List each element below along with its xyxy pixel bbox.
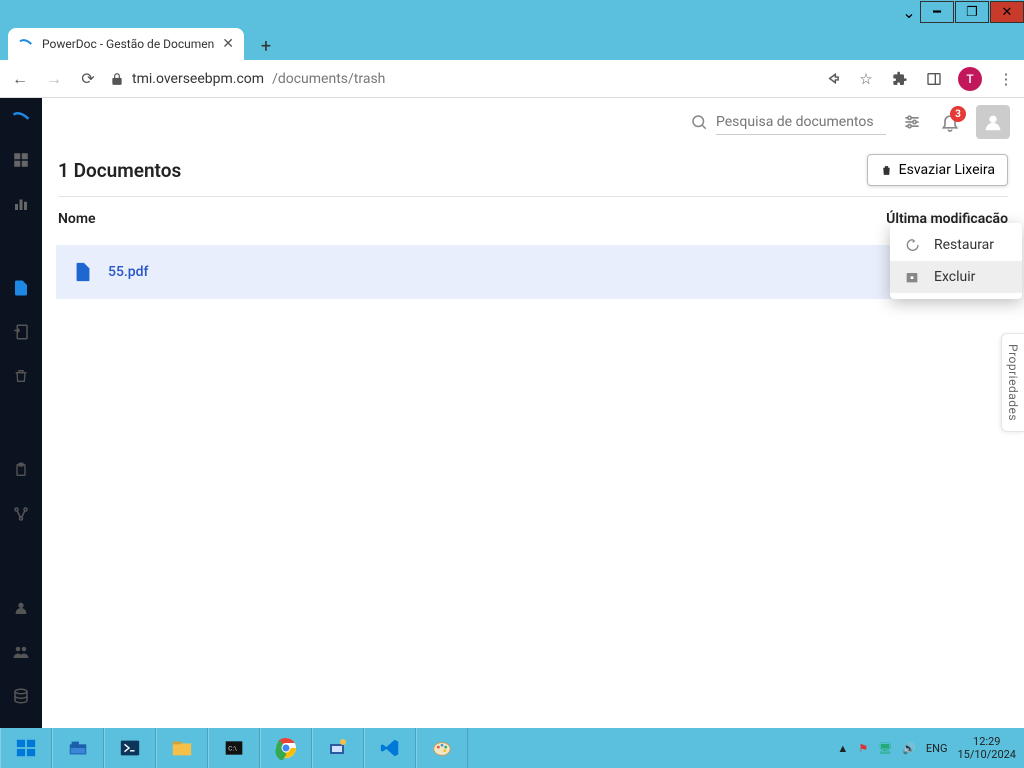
user-avatar-button[interactable] [976, 105, 1010, 139]
tray-icon-3[interactable]: 🔊 [902, 742, 916, 755]
app-sidebar [0, 98, 42, 728]
profile-avatar[interactable]: T [958, 67, 982, 91]
taskbar-powershell[interactable] [104, 728, 156, 768]
notifications-button[interactable]: 3 [938, 110, 962, 134]
browser-toolbar: ← → ⟳ tmi.overseebpm.com/documents/trash… [0, 60, 1024, 98]
taskbar-file-explorer[interactable] [52, 728, 104, 768]
maximize-button[interactable]: ❐ [955, 1, 989, 23]
search-input[interactable] [716, 110, 886, 135]
taskbar-chrome[interactable] [260, 728, 312, 768]
delete-icon [904, 269, 922, 285]
os-taskbar: C:\ ▲ ⚑ 🖥 🔊 ENG 12:29 15/10/2024 [0, 728, 1024, 768]
url-domain: tmi.overseebpm.com [132, 71, 264, 87]
browser-tab[interactable]: PowerDoc - Gestão de Documen ✕ [8, 28, 244, 60]
sidebar-item-analytics[interactable] [0, 182, 42, 226]
app-body: 3 1 Documentos Esvaziar Lixeira Nome Últ… [0, 98, 1024, 728]
taskbar-folder[interactable] [156, 728, 208, 768]
tray-date: 15/10/2024 [957, 748, 1016, 761]
address-bar[interactable]: tmi.overseebpm.com/documents/trash [110, 71, 812, 87]
taskbar-tray: ▲ ⚑ 🖥 🔊 ENG 12:29 15/10/2024 [829, 728, 1024, 768]
sidebar-item-clipboard[interactable] [0, 448, 42, 492]
tray-up-icon[interactable]: ▲ [837, 742, 848, 755]
svg-text:C:\: C:\ [228, 745, 237, 753]
minimize-button[interactable]: ━ [920, 1, 954, 23]
tray-icon-1[interactable]: ⚑ [858, 742, 868, 755]
tab-favicon [18, 36, 34, 52]
close-window-button[interactable]: ✕ [990, 1, 1024, 23]
taskbar-vscode[interactable] [364, 728, 416, 768]
properties-rail[interactable]: Propriedades [1001, 333, 1024, 432]
taskbar-putty[interactable] [312, 728, 364, 768]
extensions-icon[interactable] [890, 69, 910, 89]
tab-title: PowerDoc - Gestão de Documen [42, 37, 214, 51]
context-delete-label: Excluir [934, 269, 975, 285]
app-logo[interactable] [0, 98, 42, 138]
empty-trash-label: Esvaziar Lixeira [899, 162, 995, 178]
page-title: 1 Documentos [58, 159, 181, 182]
side-panel-icon[interactable] [924, 69, 944, 89]
file-icon [72, 259, 94, 285]
main-content: 3 1 Documentos Esvaziar Lixeira Nome Últ… [42, 98, 1024, 728]
sidebar-item-team[interactable] [0, 630, 42, 674]
table-row[interactable]: 55.pdf [56, 245, 1010, 299]
context-restore[interactable]: Restaurar [890, 229, 1022, 261]
back-button[interactable]: ← [8, 67, 32, 91]
tray-time: 12:29 [957, 735, 1016, 748]
url-path: /documents/trash [272, 71, 385, 87]
lock-icon [110, 72, 124, 86]
empty-trash-button[interactable]: Esvaziar Lixeira [867, 154, 1008, 186]
taskbar-paint[interactable] [416, 728, 468, 768]
col-name: Nome [58, 211, 96, 227]
sidebar-item-user[interactable] [0, 586, 42, 630]
sidebar-item-dashboard[interactable] [0, 138, 42, 182]
forward-button[interactable]: → [42, 67, 66, 91]
context-restore-label: Restaurar [934, 237, 994, 253]
table-header: Nome Última modificação [42, 197, 1024, 241]
app-topbar: 3 [42, 98, 1024, 146]
os-titlebar: ⌄ ━ ❐ ✕ [0, 0, 1024, 24]
share-icon[interactable] [822, 69, 842, 89]
browser-tab-strip: PowerDoc - Gestão de Documen ✕ + [0, 24, 1024, 60]
trash-icon [880, 163, 893, 178]
sidebar-item-import[interactable] [0, 310, 42, 354]
start-button[interactable] [0, 728, 52, 768]
taskbar-cmd[interactable]: C:\ [208, 728, 260, 768]
sidebar-item-trash[interactable] [0, 354, 42, 398]
sidebar-item-workflow[interactable] [0, 492, 42, 536]
page-header: 1 Documentos Esvaziar Lixeira [42, 146, 1024, 196]
notification-badge: 3 [950, 106, 966, 122]
filter-tune-icon[interactable] [900, 110, 924, 134]
sidebar-item-database[interactable] [0, 674, 42, 718]
new-tab-button[interactable]: + [252, 32, 280, 60]
file-name: 55.pdf [108, 264, 149, 280]
restore-icon [904, 237, 922, 253]
sidebar-item-documents[interactable] [0, 266, 42, 310]
reload-button[interactable]: ⟳ [76, 67, 100, 91]
tray-clock[interactable]: 12:29 15/10/2024 [957, 735, 1016, 761]
search-icon [690, 113, 708, 131]
titlebar-dropdown-icon[interactable]: ⌄ [899, 3, 919, 22]
bookmark-star-icon[interactable]: ☆ [856, 69, 876, 89]
tray-lang[interactable]: ENG [926, 742, 948, 755]
context-menu: Restaurar Excluir [890, 223, 1022, 299]
toolbar-right-icons: ☆ T ⋮ [822, 67, 1016, 91]
browser-menu-icon[interactable]: ⋮ [996, 69, 1016, 89]
context-delete[interactable]: Excluir [890, 261, 1022, 293]
tray-icon-2[interactable]: 🖥 [878, 742, 892, 755]
search-wrap [690, 110, 886, 135]
tab-close-icon[interactable]: ✕ [222, 36, 234, 52]
